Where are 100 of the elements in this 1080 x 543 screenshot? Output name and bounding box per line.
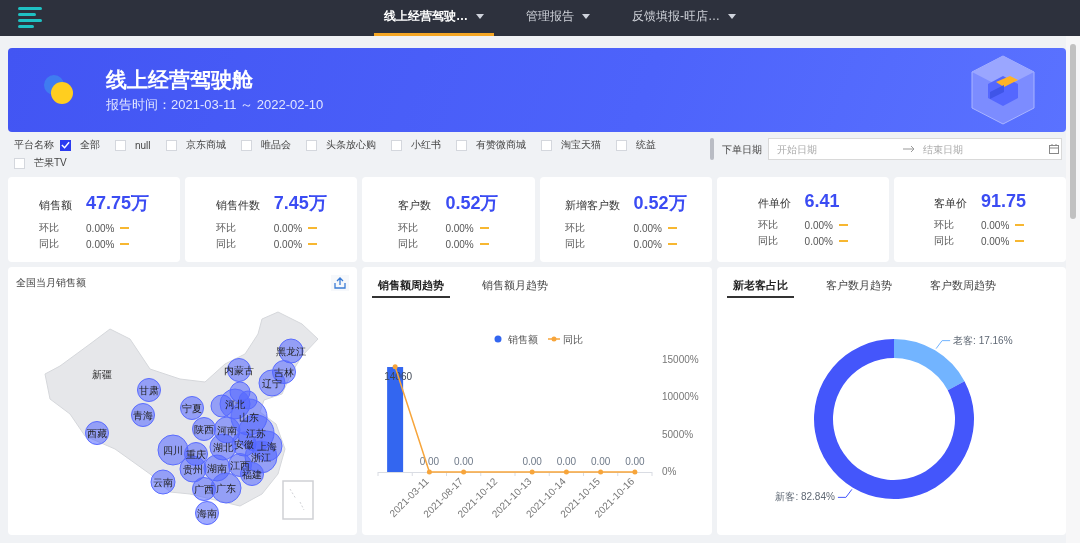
data-label: 0.00	[454, 456, 474, 467]
legend-marker-icon	[494, 335, 502, 343]
leader-line	[837, 488, 853, 498]
dash-icon	[120, 243, 130, 245]
chart-tab[interactable]: 销售额月趋势	[476, 279, 555, 298]
end-date-input[interactable]: 结束日期	[923, 143, 1041, 155]
arrow-icon	[903, 145, 915, 153]
comparison-value: 0.00%	[86, 222, 115, 234]
platform-option[interactable]: 唯品会	[240, 138, 291, 152]
data-label: 0.00	[625, 456, 645, 467]
platform-option[interactable]: 有赞微商城	[455, 138, 526, 152]
axis-label: 0%	[662, 466, 677, 477]
province-label: 四川	[163, 444, 183, 456]
comparison-value: 0.00%	[980, 235, 1010, 247]
export-icon	[334, 277, 347, 289]
metric-label: 件单价	[757, 196, 791, 211]
scrollbar-thumb[interactable]	[710, 138, 714, 160]
dash-icon	[479, 227, 489, 229]
date-label: 下单日期	[722, 143, 762, 157]
province-label: 甘肃	[139, 384, 159, 396]
province-label: 辽宁	[262, 377, 282, 389]
chart-tab[interactable]: 客户数周趋势	[923, 279, 1002, 298]
circles-icon	[42, 73, 76, 107]
comparison-label: 同比	[757, 234, 779, 248]
metric-value: 47.75万	[86, 192, 150, 215]
comparison-value: 0.00%	[86, 238, 115, 250]
dash-icon	[838, 240, 848, 242]
report-period: 报告时间：2021-03-11 ～ 2022-02-10	[106, 96, 325, 114]
axis-label: 5000%	[662, 428, 694, 440]
comparison-value: 0.00%	[980, 219, 1010, 231]
bubble	[240, 462, 264, 486]
province-label: 陕西	[194, 423, 214, 435]
platform-option[interactable]: 小红书	[390, 138, 441, 152]
platform-option[interactable]: 芒果TV	[14, 156, 67, 170]
comparison-label: 同比	[398, 237, 420, 251]
dash-icon	[308, 227, 318, 229]
data-label: 0.00	[591, 456, 611, 467]
platform-option[interactable]: 淘宝天猫	[540, 138, 601, 152]
bubble	[192, 417, 216, 441]
dash-icon	[667, 243, 677, 245]
platform-option[interactable]: 京东商城	[165, 138, 226, 152]
caret-icon	[582, 14, 590, 19]
province-label: 云南	[153, 476, 173, 488]
chart-tab[interactable]: 新老客占比	[726, 279, 794, 298]
metric-label: 销售件数	[215, 197, 260, 213]
platform-option[interactable]: 统益	[615, 138, 656, 152]
export-button[interactable]	[331, 275, 350, 291]
province-label: 西藏	[87, 427, 107, 439]
comparison-label: 同比	[215, 237, 237, 251]
caret-icon	[476, 14, 484, 19]
comparison-value: 0.00%	[633, 222, 662, 234]
platform-option[interactable]: 头条放心购	[305, 138, 376, 152]
metric-label: 客单价	[933, 196, 967, 211]
province-label: 湖北	[213, 441, 233, 453]
data-label: 0.00	[556, 456, 577, 467]
province-label: 江苏	[246, 427, 266, 439]
province-label: 山东	[239, 411, 259, 423]
axis-label: 15000%	[662, 354, 700, 365]
scrollbar-thumb[interactable]	[1070, 44, 1076, 219]
province-label: 安徽	[234, 438, 254, 450]
panel-title: 全国当月销售额	[16, 276, 86, 290]
comparison-label: 同比	[39, 237, 61, 251]
slice-label: 新客: 82.84%	[775, 491, 835, 503]
province-label: 宁夏	[182, 402, 202, 414]
metric-value: 0.52万	[445, 192, 499, 215]
nav-tab[interactable]: 反馈填报-旺店…	[622, 0, 746, 36]
province-label: 青海	[133, 409, 153, 421]
bubble	[131, 403, 155, 427]
nav-tab[interactable]: 管理报告	[516, 0, 600, 36]
legend-marker-icon	[547, 336, 562, 342]
province-label: 新疆	[92, 368, 112, 380]
province-label: 吉林	[274, 366, 294, 378]
date-range-field[interactable]: 开始日期 结束日期	[768, 138, 1062, 160]
bubble	[150, 469, 176, 495]
calendar-icon	[1049, 144, 1059, 154]
dash-icon	[120, 227, 130, 229]
dash-icon	[1015, 224, 1025, 226]
checkbox[interactable]	[60, 139, 71, 151]
metric-value: 0.52万	[633, 192, 687, 215]
comparison-label: 环比	[757, 218, 779, 232]
comparison-value: 0.00%	[273, 222, 303, 234]
start-date-input[interactable]: 开始日期	[777, 143, 895, 155]
legend-label: 同比	[563, 333, 584, 345]
nav-tab[interactable]: 线上经营驾驶…	[374, 0, 494, 36]
bubble	[180, 396, 204, 420]
dash-icon	[667, 227, 677, 229]
chart-tab[interactable]: 客户数月趋势	[819, 279, 898, 298]
comparison-label: 环比	[39, 221, 61, 235]
province-label: 重庆	[186, 448, 206, 460]
platform-option[interactable]: null	[115, 139, 151, 151]
dash-icon	[308, 243, 318, 245]
filter-label: 平台名称	[14, 138, 54, 152]
comparison-value: 0.00%	[804, 235, 833, 247]
cube-drawing	[968, 54, 1038, 126]
platform-option[interactable]: 全部	[60, 138, 100, 152]
comparison-value: 0.00%	[445, 222, 474, 234]
province-label: 湖南	[207, 462, 227, 474]
chart-tab[interactable]: 销售额周趋势	[372, 279, 451, 298]
metric-label: 销售额	[39, 197, 73, 213]
province-label: 海南	[197, 507, 217, 519]
